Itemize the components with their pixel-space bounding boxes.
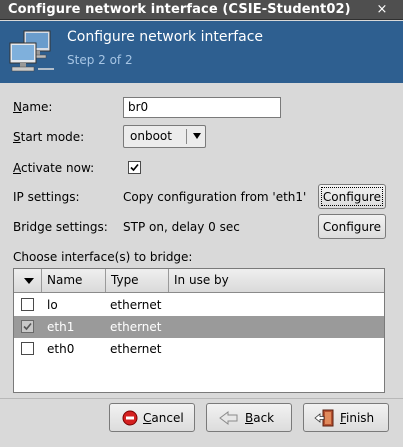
chevron-down-icon xyxy=(193,133,201,139)
row-checkbox[interactable] xyxy=(21,342,34,355)
name-label: Name: xyxy=(13,100,53,114)
checkmark-icon xyxy=(23,322,32,331)
activate-now-label: Activate now: xyxy=(13,161,95,175)
finish-label: Finish xyxy=(340,411,375,425)
interfaces-table[interactable]: Name Type In use by lo ethernet eth1 eth… xyxy=(13,268,385,393)
row-checkbox[interactable] xyxy=(21,298,34,311)
wizard-title: Configure network interface xyxy=(67,29,264,45)
start-mode-value: onboot xyxy=(130,129,172,143)
ip-settings-value: Copy configuration from 'eth1' xyxy=(123,190,307,204)
cancel-label: Cancel xyxy=(143,411,184,425)
row-type: ethernet xyxy=(110,298,162,312)
checkmark-icon xyxy=(130,163,139,172)
row-name: lo xyxy=(47,298,58,312)
start-mode-select[interactable]: onboot xyxy=(123,125,206,148)
ip-configure-button[interactable]: Configure xyxy=(318,184,386,209)
window-title: Configure network interface (CSIE-Studen… xyxy=(8,2,351,17)
column-header-type[interactable]: Type xyxy=(106,269,169,292)
row-name: eth1 xyxy=(47,320,75,334)
row-type: ethernet xyxy=(110,342,162,356)
column-header-name[interactable]: Name xyxy=(42,269,106,292)
table-row[interactable]: eth1 ethernet xyxy=(14,316,384,338)
column-header-in-use-by[interactable]: In use by xyxy=(169,269,384,292)
back-label: Back xyxy=(245,411,275,425)
back-button[interactable]: Back xyxy=(206,403,292,432)
table-header: Name Type In use by xyxy=(14,269,384,293)
row-type: ethernet xyxy=(110,320,162,334)
row-name: eth0 xyxy=(47,342,75,356)
column-header-select[interactable] xyxy=(14,269,42,292)
ip-settings-label: IP settings: xyxy=(13,190,80,204)
cancel-button[interactable]: Cancel xyxy=(109,403,195,432)
bridge-settings-label: Bridge settings: xyxy=(13,220,108,234)
activate-now-checkbox[interactable] xyxy=(128,161,141,174)
bridge-settings-value: STP on, delay 0 sec xyxy=(123,220,240,234)
network-computers-icon xyxy=(9,30,54,72)
bridge-configure-button[interactable]: Configure xyxy=(318,214,386,239)
combo-separator xyxy=(186,129,187,144)
name-field[interactable]: br0 xyxy=(123,97,281,118)
finish-button[interactable]: Finish xyxy=(303,403,389,432)
row-checkbox[interactable] xyxy=(21,320,34,333)
window-titlebar: Configure network interface (CSIE-Studen… xyxy=(0,0,403,20)
back-arrow-icon xyxy=(219,411,238,425)
wizard-header: Configure network interface Step 2 of 2 xyxy=(0,21,403,83)
sort-down-icon xyxy=(24,278,34,284)
close-window-icon[interactable]: × xyxy=(375,3,389,17)
start-mode-label: Start mode: xyxy=(13,130,85,144)
table-row[interactable]: eth0 ethernet xyxy=(14,338,384,360)
button-divider xyxy=(0,398,403,399)
choose-interfaces-label: Choose interface(s) to bridge: xyxy=(13,250,193,264)
table-row[interactable]: lo ethernet xyxy=(14,294,384,316)
stop-icon xyxy=(122,410,138,426)
finish-door-icon xyxy=(314,409,334,427)
wizard-step: Step 2 of 2 xyxy=(67,53,133,67)
